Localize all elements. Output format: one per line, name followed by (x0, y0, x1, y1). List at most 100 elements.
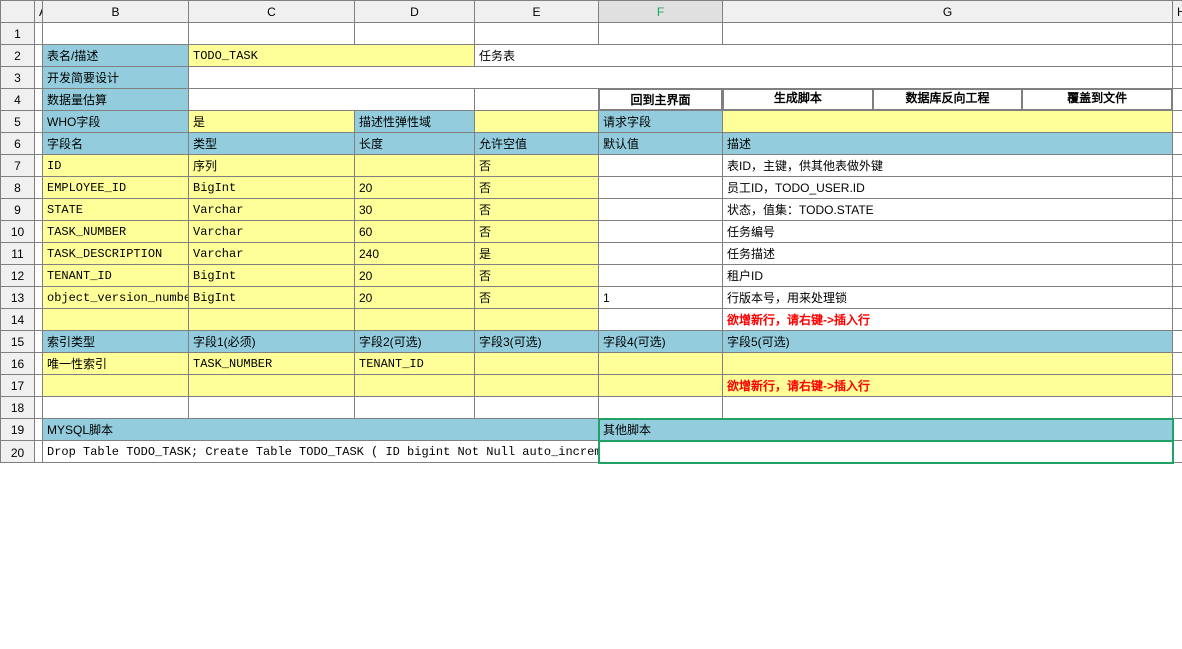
empty-cell[interactable] (189, 309, 355, 331)
row-8[interactable]: 8 (1, 177, 35, 199)
empty-cell[interactable] (355, 375, 475, 397)
row-11[interactable]: 11 (1, 243, 35, 265)
field-len[interactable]: 240 (355, 243, 475, 265)
field-desc[interactable]: 租户ID (723, 265, 1173, 287)
field-desc[interactable]: 任务描述 (723, 243, 1173, 265)
idx-f1[interactable]: TASK_NUMBER (189, 353, 355, 375)
spreadsheet[interactable]: A B C D E F G H 1 2 表名/描述 TODO_TASK 任务表 … (0, 0, 1182, 463)
field-desc[interactable]: 员工ID，TODO_USER.ID (723, 177, 1173, 199)
row-18[interactable]: 18 (1, 397, 35, 419)
field-name[interactable]: TASK_DESCRIPTION (43, 243, 189, 265)
field-desc[interactable]: 行版本号，用来处理锁 (723, 287, 1173, 309)
col-E[interactable]: E (475, 1, 599, 23)
field-desc[interactable]: 状态，值集：TODO.STATE (723, 199, 1173, 221)
gen-script-button[interactable]: 生成脚本 (723, 89, 873, 110)
corner-cell[interactable] (1, 1, 35, 23)
field-null[interactable]: 否 (475, 199, 599, 221)
field-null[interactable]: 是 (475, 243, 599, 265)
field-default[interactable] (599, 155, 723, 177)
label-req[interactable]: 请求字段 (599, 111, 723, 133)
field-type[interactable]: BigInt (189, 177, 355, 199)
field-default[interactable] (599, 243, 723, 265)
col-B[interactable]: B (43, 1, 189, 23)
field-len[interactable]: 20 (355, 177, 475, 199)
row-17[interactable]: 17 (1, 375, 35, 397)
col-A[interactable]: A (35, 1, 43, 23)
table-desc-value[interactable]: 任务表 (475, 45, 1173, 67)
row-14[interactable]: 14 (1, 309, 35, 331)
empty-cell[interactable] (599, 309, 723, 331)
row-20[interactable]: 20 (1, 441, 35, 463)
empty-field[interactable] (43, 309, 189, 331)
field-null[interactable]: 否 (475, 287, 599, 309)
label-data-volume[interactable]: 数据量估算 (43, 89, 189, 111)
field-type[interactable]: Varchar (189, 221, 355, 243)
col-H[interactable]: H (1173, 1, 1182, 23)
row-1[interactable]: 1 (1, 23, 35, 45)
col-F[interactable]: F (599, 1, 723, 23)
label-flex[interactable]: 描述性弹性域 (355, 111, 475, 133)
field-type[interactable]: Varchar (189, 243, 355, 265)
field-name[interactable]: STATE (43, 199, 189, 221)
field-len[interactable]: 60 (355, 221, 475, 243)
field-default[interactable] (599, 199, 723, 221)
empty-cell[interactable] (599, 375, 723, 397)
idx-f3[interactable] (475, 353, 599, 375)
row-10[interactable]: 10 (1, 221, 35, 243)
field-type[interactable]: 序列 (189, 155, 355, 177)
idx-f4[interactable] (599, 353, 723, 375)
label-table-name[interactable]: 表名/描述 (43, 45, 189, 67)
field-default[interactable] (599, 265, 723, 287)
empty-cell[interactable] (475, 309, 599, 331)
field-default[interactable] (599, 221, 723, 243)
field-name[interactable]: ID (43, 155, 189, 177)
flex-value[interactable] (475, 111, 599, 133)
empty-cell[interactable] (189, 375, 355, 397)
col-G[interactable]: G (723, 1, 1173, 23)
other-script-body[interactable] (599, 441, 1173, 463)
field-desc[interactable]: 任务编号 (723, 221, 1173, 243)
field-type[interactable]: BigInt (189, 287, 355, 309)
field-null[interactable]: 否 (475, 155, 599, 177)
who-value[interactable]: 是 (189, 111, 355, 133)
table-name-value[interactable]: TODO_TASK (189, 45, 475, 67)
row-4[interactable]: 4 (1, 89, 35, 111)
field-len[interactable] (355, 155, 475, 177)
row-3[interactable]: 3 (1, 67, 35, 89)
field-null[interactable]: 否 (475, 177, 599, 199)
field-desc[interactable]: 表ID，主键，供其他表做外键 (723, 155, 1173, 177)
empty-cell[interactable] (43, 375, 189, 397)
field-name[interactable]: EMPLOYEE_ID (43, 177, 189, 199)
other-script-header[interactable]: 其他脚本 (599, 419, 1173, 441)
row-12[interactable]: 12 (1, 265, 35, 287)
row-13[interactable]: 13 (1, 287, 35, 309)
field-null[interactable]: 否 (475, 265, 599, 287)
row-6[interactable]: 6 (1, 133, 35, 155)
field-name[interactable]: TASK_NUMBER (43, 221, 189, 243)
field-name[interactable]: TENANT_ID (43, 265, 189, 287)
row-7[interactable]: 7 (1, 155, 35, 177)
field-len[interactable]: 30 (355, 199, 475, 221)
field-len[interactable]: 20 (355, 287, 475, 309)
field-default[interactable]: 1 (599, 287, 723, 309)
idx-type[interactable]: 唯一性索引 (43, 353, 189, 375)
idx-f5[interactable] (723, 353, 1173, 375)
db-reverse-button[interactable]: 数据库反向工程 (873, 89, 1023, 110)
field-type[interactable]: BigInt (189, 265, 355, 287)
field-null[interactable]: 否 (475, 221, 599, 243)
row-16[interactable]: 16 (1, 353, 35, 375)
field-type[interactable]: Varchar (189, 199, 355, 221)
row-5[interactable]: 5 (1, 111, 35, 133)
empty-cell[interactable] (475, 375, 599, 397)
mysql-script-body[interactable]: Drop Table TODO_TASK; Create Table TODO_… (43, 441, 599, 463)
row-15[interactable]: 15 (1, 331, 35, 353)
col-D[interactable]: D (355, 1, 475, 23)
field-len[interactable]: 20 (355, 265, 475, 287)
label-design[interactable]: 开发简要设计 (43, 67, 189, 89)
label-who[interactable]: WHO字段 (43, 111, 189, 133)
field-default[interactable] (599, 177, 723, 199)
field-name[interactable]: object_version_number (43, 287, 189, 309)
cell-e4[interactable] (475, 89, 599, 111)
col-C[interactable]: C (189, 1, 355, 23)
row-2[interactable]: 2 (1, 45, 35, 67)
